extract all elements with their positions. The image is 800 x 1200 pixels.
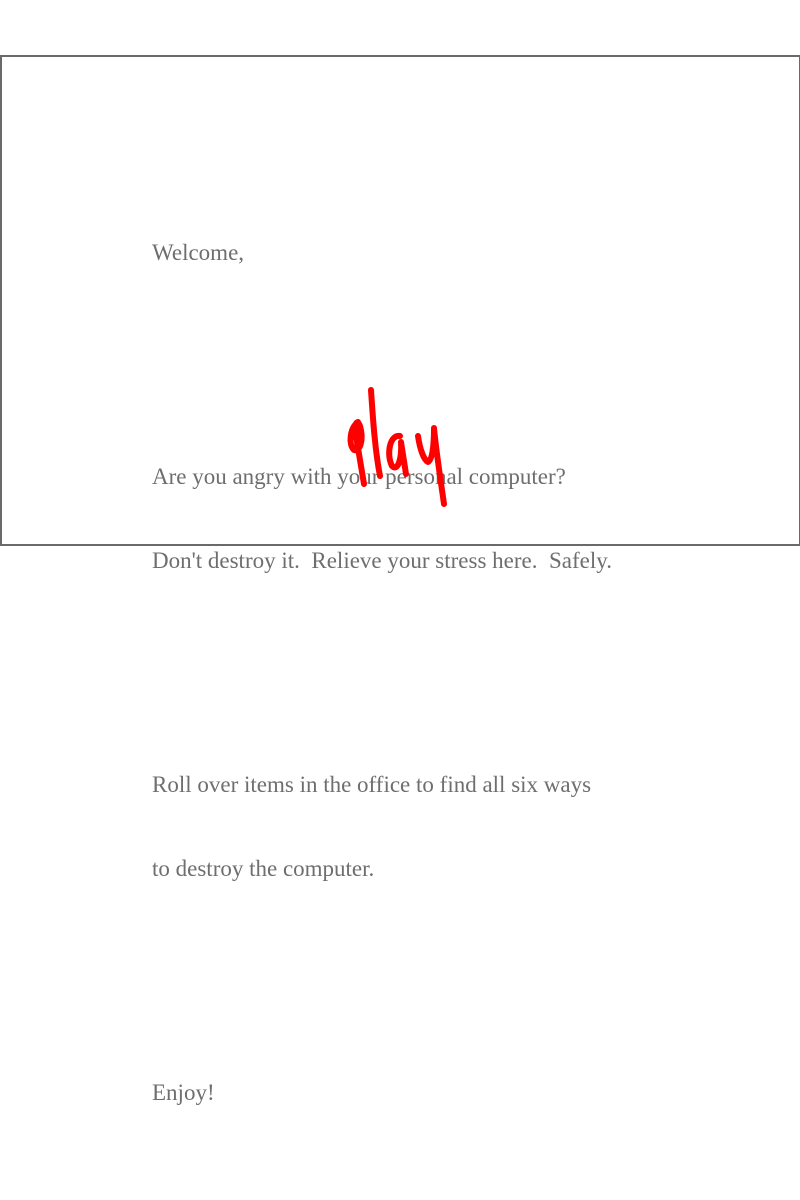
greeting-text: Welcome,	[152, 240, 245, 265]
closing-paragraph: Enjoy!	[152, 1023, 612, 1163]
instructions-paragraph: Roll over items in the office to find al…	[152, 715, 612, 939]
closing-text: Enjoy!	[152, 1080, 215, 1105]
play-button[interactable]	[340, 380, 455, 510]
description-line-2: Don't destroy it. Relieve your stress he…	[152, 548, 612, 573]
greeting-paragraph: Welcome,	[152, 183, 612, 323]
intro-text: Welcome, Are you angry with your persona…	[152, 127, 612, 1200]
instructions-line-1: Roll over items in the office to find al…	[152, 772, 592, 797]
instructions-line-2: to destroy the computer.	[152, 856, 375, 881]
play-handwritten-logo	[347, 387, 447, 507]
